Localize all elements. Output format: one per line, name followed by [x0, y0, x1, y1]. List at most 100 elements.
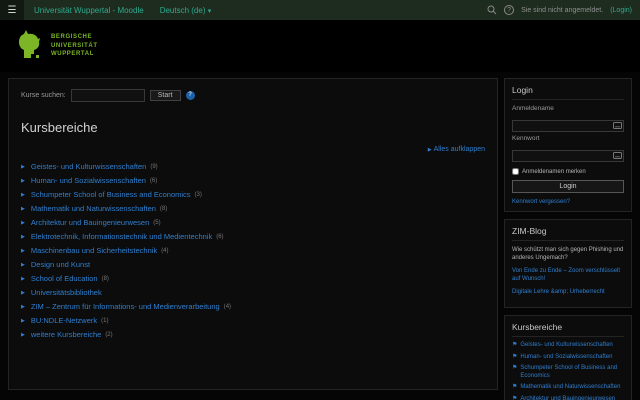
category-link[interactable]: School of Education	[31, 274, 98, 283]
category-row: ▶ BU:NDLE-Netzwerk (1)	[21, 316, 485, 325]
expand-arrow-icon: ▶	[427, 147, 432, 153]
search-input[interactable]	[70, 89, 145, 102]
language-dropdown[interactable]: Deutsch (de) ▾	[160, 6, 212, 15]
expand-arrow-icon[interactable]: ▶	[21, 318, 25, 324]
category-link[interactable]: Architektur und Bauingenieurwesen	[520, 396, 615, 400]
category-link[interactable]: Geistes- und Kulturwissenschaften	[520, 342, 612, 350]
expand-arrow-icon[interactable]: ▶	[21, 248, 25, 254]
category-link[interactable]: Schumpeter School of Business and Econom…	[31, 190, 191, 199]
category-link[interactable]: Design und Kunst	[31, 260, 90, 269]
category-link[interactable]: BU:NDLE-Netzwerk	[31, 316, 97, 325]
list-item: ⚑ Human- und Sozialwissenschaften	[512, 354, 624, 362]
category-link[interactable]: Mathematik und Naturwissenschaften	[520, 384, 620, 392]
course-count: (2)	[105, 331, 113, 338]
chevron-down-icon: ▾	[207, 7, 212, 15]
course-count: (5)	[153, 219, 161, 226]
category-link[interactable]: Human- und Sozialwissenschaften	[520, 354, 612, 362]
expand-arrow-icon[interactable]: ▶	[21, 192, 25, 198]
category-row: ▶ School of Education (8)	[21, 274, 485, 283]
category-row: ▶ Schumpeter School of Business and Econo…	[21, 190, 485, 199]
blog-block-title: ZIM-Blog	[512, 226, 624, 241]
category-link[interactable]: Universitätsbibliothek	[31, 288, 102, 297]
logo-text: BERGISCHE UNIVERSITÄT WUPPERTAL	[51, 33, 98, 58]
course-count: (9)	[150, 163, 158, 170]
category-row: ▶ ZIM – Zentrum für Informations- und Med…	[21, 302, 485, 311]
flag-icon: ⚑	[512, 365, 518, 372]
expand-arrow-icon[interactable]: ▶	[21, 332, 25, 338]
university-logo	[14, 28, 44, 65]
category-row: ▶ weitere Kursbereiche (2)	[21, 330, 485, 339]
blog-post-link[interactable]: Digitale Lehre &amp; Urheberrecht	[512, 288, 624, 296]
site-title: Universität Wuppertal - Moodle	[34, 5, 144, 15]
category-link[interactable]: Mathematik und Naturwissenschaften	[31, 204, 156, 213]
forgot-password-link[interactable]: Kennwort vergessen?	[512, 199, 624, 205]
expand-arrow-icon[interactable]: ▶	[21, 234, 25, 240]
category-row: ▶ Universitätsbibliothek	[21, 288, 485, 297]
course-count: (4)	[161, 247, 169, 254]
list-item: ⚑ Mathematik und Naturwissenschaften	[512, 384, 624, 392]
search-start-button[interactable]: Start	[149, 90, 181, 101]
category-link[interactable]: Architektur und Bauingenieurwesen	[31, 218, 149, 227]
expand-arrow-icon[interactable]: ▶	[21, 206, 25, 212]
category-row: ▶ Mathematik und Naturwissenschaften (8)	[21, 204, 485, 213]
login-block: Login Anmeldename Kennwort Anmeldenamen …	[504, 78, 632, 212]
category-row: ▶ Geistes- und Kulturwissenschaften (9)	[21, 162, 485, 171]
course-count: (1)	[101, 317, 109, 324]
expand-arrow-icon[interactable]: ▶	[21, 304, 25, 310]
login-button[interactable]: Login	[512, 180, 624, 193]
zim-blog-block: ZIM-Blog Wie schützt man sich gegen Phis…	[504, 219, 632, 309]
language-label: Deutsch (de)	[159, 5, 206, 15]
flag-icon: ⚑	[512, 384, 518, 391]
login-link[interactable]: (Login)	[610, 7, 632, 14]
sidebar: Login Anmeldename Kennwort Anmeldenamen …	[504, 78, 632, 400]
expand-arrow-icon[interactable]: ▶	[21, 164, 25, 170]
category-row: ▶ Maschinenbau und Sicherheitstechnik (4)	[21, 246, 485, 255]
help-icon[interactable]: ?	[185, 91, 195, 100]
flag-icon: ⚑	[512, 353, 518, 360]
header: BERGISCHE UNIVERSITÄT WUPPERTAL	[0, 20, 640, 72]
expand-arrow-icon[interactable]: ▶	[21, 290, 25, 296]
password-field[interactable]	[512, 149, 624, 162]
category-link[interactable]: weitere Kursbereiche	[31, 330, 101, 339]
category-link[interactable]: Maschinenbau und Sicherheitstechnik	[31, 246, 157, 255]
page-title: Kursbereiche	[21, 120, 98, 135]
course-count: (6)	[216, 233, 224, 240]
top-navbar: ☰ Universität Wuppertal - Moodle Deutsch…	[0, 0, 640, 20]
category-link[interactable]: Geistes- und Kulturwissenschaften	[31, 162, 146, 171]
expand-arrow-icon[interactable]: ▶	[21, 276, 25, 282]
login-block-title: Login	[512, 85, 624, 100]
expand-arrow-icon[interactable]: ▶	[21, 220, 25, 226]
login-status: Sie sind nicht angemeldet.	[521, 6, 604, 14]
flag-icon: ⚑	[512, 395, 518, 400]
blog-post-link[interactable]: Von Ende zu Ende – Zoom verschlüsselt au…	[512, 267, 624, 283]
lion-icon	[19, 29, 40, 58]
expand-all-link[interactable]: ▶ Alles aufklappen	[428, 146, 485, 153]
course-categories-block: Kursbereiche ⚑ Geistes- und Kulturwissens…	[504, 315, 632, 400]
main-content: Kurse suchen: Start ? Kursbereiche ▶ Alle…	[8, 78, 498, 390]
category-link[interactable]: Schumpeter School of Business and Econom…	[520, 365, 624, 380]
course-count: (8)	[159, 205, 168, 212]
search-icon[interactable]	[487, 5, 497, 15]
expand-arrow-icon[interactable]: ▶	[21, 262, 25, 268]
flag-icon: ⚑	[512, 342, 518, 349]
category-link[interactable]: Elektrotechnik, Informationstechnik und …	[31, 232, 212, 241]
category-row: ▶ Architektur und Bauingenieurwesen (5)	[21, 218, 485, 227]
blog-post-link[interactable]: Wie schützt man sich gegen Phishing und …	[512, 246, 624, 262]
course-count: (8)	[101, 275, 109, 282]
category-link[interactable]: ZIM – Zentrum für Informations- und Medi…	[31, 302, 220, 311]
username-field[interactable]	[512, 119, 624, 132]
keyboard-icon[interactable]	[613, 146, 622, 164]
password-label: Kennwort	[512, 135, 540, 142]
list-item: ⚑ Architektur und Bauingenieurwesen	[512, 396, 624, 400]
category-list: ▶ Geistes- und Kulturwissenschaften (9) ▶ H…	[21, 162, 485, 339]
expand-arrow-icon[interactable]: ▶	[21, 178, 25, 184]
remember-checkbox[interactable]	[512, 168, 519, 175]
category-link[interactable]: Human- und Sozialwissenschaften	[31, 176, 146, 185]
menu-icon[interactable]: ☰	[0, 0, 24, 20]
course-count: (4)	[223, 303, 232, 310]
course-count: (3)	[194, 191, 202, 198]
help-icon[interactable]: ?	[504, 5, 515, 15]
keyboard-icon[interactable]	[613, 116, 622, 134]
remember-row: Anmeldenamen merken	[512, 168, 624, 175]
username-label: Anmeldename	[512, 105, 554, 112]
